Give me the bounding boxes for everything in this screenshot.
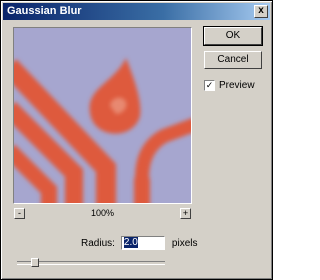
preview-checkbox-label: Preview (219, 80, 255, 91)
gaussian-blur-dialog: Gaussian Blur x OK Cancel ✓ Preview - 10… (0, 0, 273, 280)
radius-input[interactable]: 2.0 (120, 236, 165, 250)
title-bar[interactable]: Gaussian Blur x (3, 3, 270, 20)
dialog-title: Gaussian Blur (7, 5, 82, 17)
preview-checkbox[interactable]: ✓ (204, 80, 215, 91)
blurred-preview-image (14, 28, 191, 203)
zoom-level-text: 100% (90, 208, 115, 218)
radius-slider-thumb[interactable] (31, 258, 39, 267)
radius-label: Radius: (81, 237, 115, 249)
radius-row: Radius: 2.0 pixels (81, 236, 197, 250)
preview-pane[interactable] (13, 27, 192, 204)
cancel-button[interactable]: Cancel (204, 51, 262, 69)
radius-value: 2.0 (123, 237, 138, 248)
close-button[interactable]: x (254, 5, 268, 18)
radius-slider-track[interactable] (17, 258, 165, 267)
preview-checkbox-row[interactable]: ✓ Preview (204, 80, 255, 91)
zoom-controls: - 100% + (13, 208, 192, 220)
ok-button[interactable]: OK (203, 26, 263, 46)
zoom-in-button[interactable]: + (180, 208, 191, 219)
radius-unit-label: pixels (171, 237, 198, 249)
